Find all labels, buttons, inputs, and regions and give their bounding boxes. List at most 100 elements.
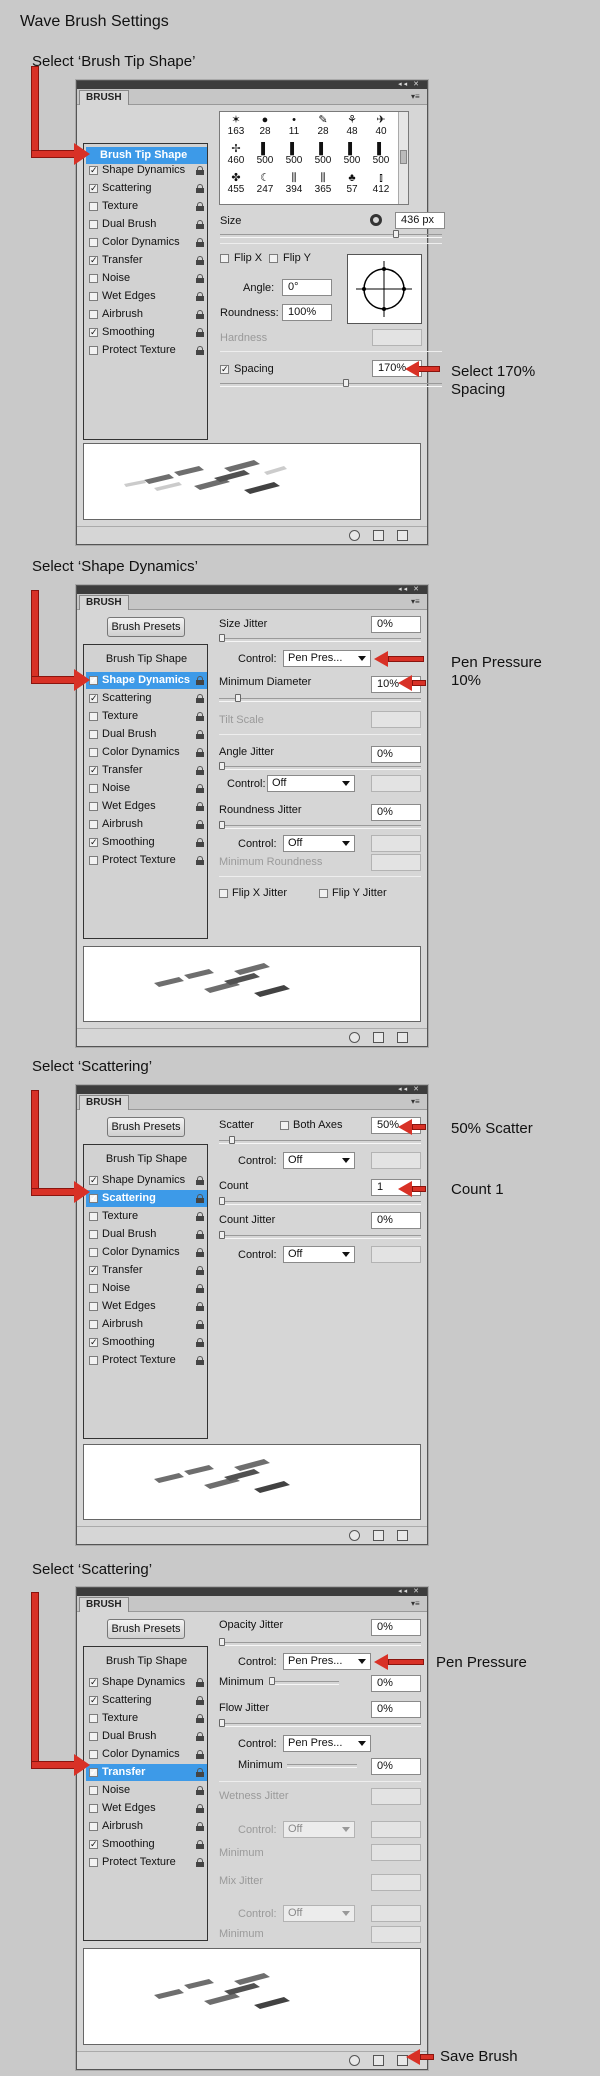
sidebar-item-brush-tip-shape[interactable]: Brush Tip Shape	[86, 1653, 207, 1670]
checkbox[interactable]: ✓	[89, 166, 98, 175]
lock-icon[interactable]	[196, 1822, 204, 1831]
new-brush-icon[interactable]	[397, 1530, 408, 1541]
checkbox[interactable]	[89, 748, 98, 757]
slider-thumb[interactable]	[235, 694, 241, 702]
sidebar-item-scattering[interactable]: ✓ Scattering	[86, 690, 207, 707]
tab-brush[interactable]: BRUSH	[79, 1095, 129, 1110]
flip-y-jitter-option[interactable]: Flip Y Jitter	[319, 887, 387, 899]
sidebar-item-scattering[interactable]: ✓ Scattering	[86, 1692, 207, 1709]
lock-icon[interactable]	[196, 766, 204, 775]
roundness-jitter-input[interactable]: 0%	[371, 804, 421, 821]
checkbox[interactable]	[89, 820, 98, 829]
lock-icon[interactable]	[196, 1212, 204, 1221]
checkbox[interactable]: ✓	[89, 676, 98, 685]
sidebar-item-shape-dynamics[interactable]: ✓ Shape Dynamics	[86, 162, 207, 179]
brush-presets-button[interactable]: Brush Presets	[107, 1117, 185, 1137]
checkbox[interactable]	[89, 1284, 98, 1293]
slider-thumb[interactable]	[219, 634, 225, 642]
brush-presets-button[interactable]: Brush Presets	[107, 617, 185, 637]
lock-icon[interactable]	[196, 1176, 204, 1185]
panel-menu-icon[interactable]: ▾≡	[411, 597, 423, 606]
spacing-option[interactable]: ✓ Spacing	[220, 363, 274, 375]
sidebar-item-transfer[interactable]: ✓ Transfer	[86, 1262, 207, 1279]
sidebar-item-brush-tip-shape[interactable]: Brush Tip Shape	[86, 1151, 207, 1168]
checkbox[interactable]	[89, 1356, 98, 1365]
checkbox[interactable]	[89, 856, 98, 865]
slider-thumb[interactable]	[219, 1231, 225, 1239]
grid-icon[interactable]	[373, 1032, 384, 1043]
sidebar-item-noise[interactable]: Noise	[86, 270, 207, 287]
lock-icon[interactable]	[196, 1714, 204, 1723]
brush-tip-preset[interactable]: ▌ 500	[253, 144, 277, 166]
tab-brush[interactable]: BRUSH	[79, 90, 129, 105]
lock-icon[interactable]	[196, 1804, 204, 1813]
sidebar-item-transfer[interactable]: ✓ Transfer	[86, 252, 207, 269]
lock-icon[interactable]	[196, 184, 204, 193]
lock-icon[interactable]	[196, 1840, 204, 1849]
lock-icon[interactable]	[196, 292, 204, 301]
flip-x-jitter-option[interactable]: Flip X Jitter	[219, 887, 287, 899]
checkbox[interactable]	[89, 238, 98, 247]
checkbox[interactable]: ✓	[89, 256, 98, 265]
checkbox[interactable]	[89, 346, 98, 355]
lock-icon[interactable]	[196, 1786, 204, 1795]
checkbox[interactable]: ✓	[89, 1176, 98, 1185]
sidebar-item-brush-tip-shape[interactable]: Brush Tip Shape	[86, 651, 207, 668]
checkbox[interactable]	[89, 310, 98, 319]
lock-icon[interactable]	[196, 1194, 204, 1203]
checkbox[interactable]: ✓	[89, 1840, 98, 1849]
sidebar-item-shape-dynamics[interactable]: ✓ Shape Dynamics	[86, 1674, 207, 1691]
toggle-eye-icon[interactable]	[349, 2055, 360, 2066]
spacing-slider-thumb[interactable]	[343, 379, 350, 387]
sidebar-item-texture[interactable]: Texture	[86, 708, 207, 725]
sidebar-item-dual-brush[interactable]: Dual Brush	[86, 726, 207, 743]
roundness-control-select[interactable]: Off	[283, 835, 355, 852]
lock-icon[interactable]	[196, 1302, 204, 1311]
sidebar-item-color-dynamics[interactable]: Color Dynamics	[86, 234, 207, 251]
slider-thumb[interactable]	[219, 1719, 225, 1727]
sidebar-item-noise[interactable]: Noise	[86, 1280, 207, 1297]
count-jitter-control-select[interactable]: Off	[283, 1246, 355, 1263]
sidebar-item-scattering[interactable]: ✓ Scattering	[86, 1190, 207, 1207]
sidebar-item-dual-brush[interactable]: Dual Brush	[86, 1226, 207, 1243]
checkbox[interactable]: ✓	[89, 184, 98, 193]
checkbox[interactable]	[89, 712, 98, 721]
lock-icon[interactable]	[196, 784, 204, 793]
sidebar-item-airbrush[interactable]: Airbrush	[86, 306, 207, 323]
checkbox[interactable]: ✓	[89, 1678, 98, 1687]
sidebar-item-airbrush[interactable]: Airbrush	[86, 1818, 207, 1835]
lock-icon[interactable]	[196, 1858, 204, 1867]
roundness-jitter-slider[interactable]	[219, 821, 421, 829]
lock-icon[interactable]	[196, 1248, 204, 1257]
sidebar-item-color-dynamics[interactable]: Color Dynamics	[86, 1746, 207, 1763]
sidebar-item-noise[interactable]: Noise	[86, 1782, 207, 1799]
lock-icon[interactable]	[196, 166, 204, 175]
checkbox[interactable]: ✓	[89, 694, 98, 703]
lock-icon[interactable]	[196, 346, 204, 355]
both-axes-option[interactable]: Both Axes	[280, 1119, 343, 1131]
flow-control-select[interactable]: Pen Pres...	[283, 1735, 371, 1752]
lock-icon[interactable]	[196, 1356, 204, 1365]
opacity-minimum-input[interactable]: 0%	[371, 1675, 421, 1692]
tab-brush[interactable]: BRUSH	[79, 595, 129, 610]
sidebar-item-scattering[interactable]: ✓ Scattering	[86, 180, 207, 197]
lock-icon[interactable]	[196, 328, 204, 337]
sidebar-item-protect-texture[interactable]: Protect Texture	[86, 1854, 207, 1871]
brush-presets-button[interactable]: Brush Presets	[107, 1619, 185, 1639]
window-controls[interactable]: ◂◂ ✕	[398, 586, 421, 594]
checkbox[interactable]: ✓	[89, 1768, 98, 1777]
sidebar-item-dual-brush[interactable]: Dual Brush	[86, 216, 207, 233]
checkbox[interactable]: ✓	[89, 1194, 98, 1203]
brush-tip-preset[interactable]: • 11	[282, 115, 306, 137]
lock-icon[interactable]	[196, 1338, 204, 1347]
lock-icon[interactable]	[196, 202, 204, 211]
sidebar-item-airbrush[interactable]: Airbrush	[86, 816, 207, 833]
checkbox[interactable]	[89, 1786, 98, 1795]
brush-tip-preset[interactable]: ✢ 460	[224, 144, 248, 166]
size-slider-thumb[interactable]	[392, 230, 399, 238]
brush-tip-preset[interactable]: ✤ 455	[224, 173, 248, 195]
checkbox[interactable]	[89, 1714, 98, 1723]
toggle-eye-icon[interactable]	[349, 530, 360, 541]
sidebar-item-wet-edges[interactable]: Wet Edges	[86, 798, 207, 815]
angle-jitter-input[interactable]: 0%	[371, 746, 421, 763]
